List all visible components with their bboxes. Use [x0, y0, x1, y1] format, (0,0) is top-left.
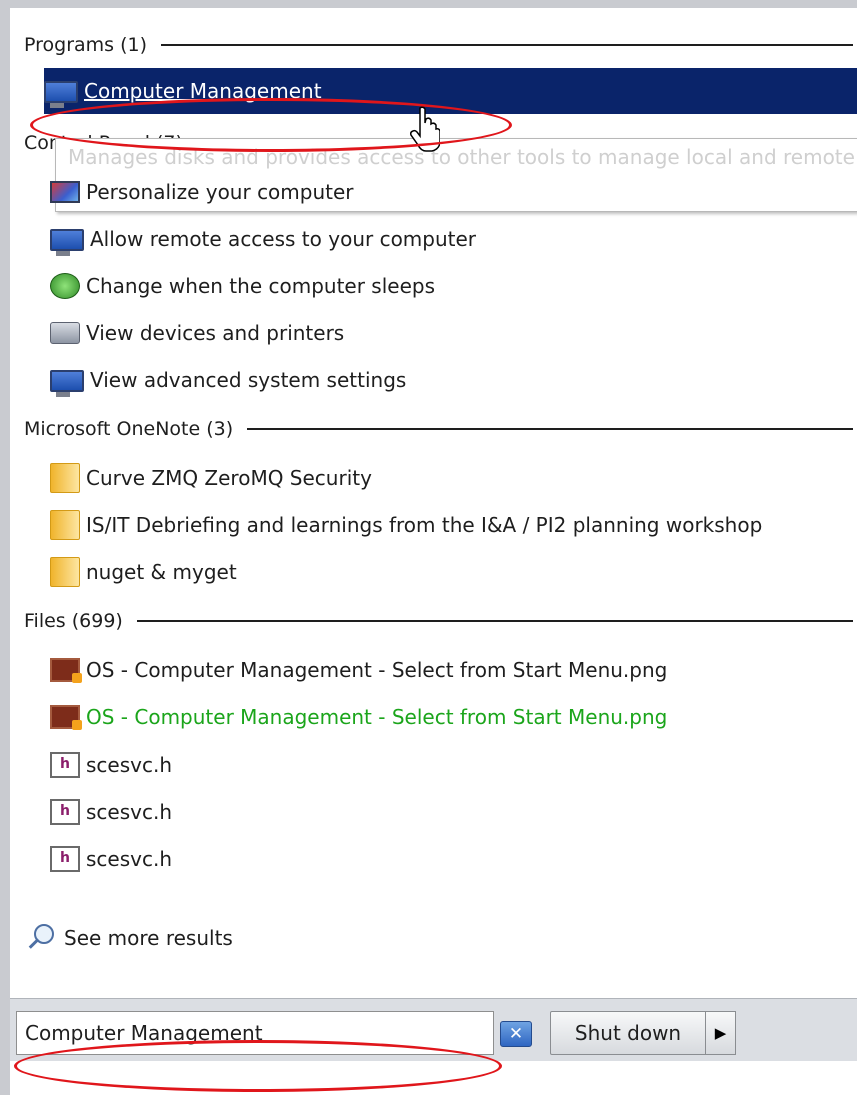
image-file-icon	[50, 658, 82, 683]
result-change-sleep[interactable]: Change when the computer sleeps	[50, 266, 857, 306]
triangle-right-icon[interactable]: ▶	[706, 1011, 736, 1055]
personalize-icon	[50, 181, 80, 203]
search-results-pane: Programs (1) Computer Management Control…	[10, 8, 857, 998]
folder-icon	[50, 463, 80, 493]
result-file-h[interactable]: h scesvc.h	[50, 839, 857, 879]
system-monitor-icon	[50, 370, 84, 397]
result-label: Personalize your computer	[86, 180, 354, 204]
h-file-icon: h	[50, 846, 80, 872]
result-label: scesvc.h	[86, 800, 173, 824]
hand-cursor-icon	[410, 106, 440, 152]
search-icon	[24, 922, 56, 954]
result-label: OS - Computer Management - Select from S…	[86, 705, 668, 729]
folder-icon	[50, 510, 80, 540]
result-computer-management[interactable]: Computer Management	[44, 68, 857, 114]
search-bar-area: Computer Management ✕ Shut down ▶	[10, 998, 857, 1061]
power-sleep-icon	[50, 273, 80, 299]
group-label: Programs (1)	[24, 34, 148, 56]
h-file-icon: h	[50, 799, 80, 825]
group-label: Microsoft OneNote (3)	[24, 418, 234, 440]
image-file-icon	[50, 705, 82, 730]
printer-icon	[50, 322, 80, 344]
see-more-label: See more results	[64, 926, 233, 950]
result-onenote-curve[interactable]: Curve ZMQ ZeroMQ Security	[50, 458, 857, 498]
result-devices-printers[interactable]: View devices and printers	[50, 313, 857, 353]
result-label: nuget & myget	[86, 560, 237, 584]
h-file-icon: h	[50, 752, 80, 778]
result-advanced-system-settings[interactable]: View advanced system settings	[50, 360, 857, 400]
group-header-programs: Programs (1)	[24, 30, 857, 60]
result-label: Computer Management	[84, 79, 322, 103]
result-file-png[interactable]: OS - Computer Management - Select from S…	[50, 650, 857, 690]
group-label: Files (699)	[24, 610, 123, 632]
system-monitor-icon	[50, 229, 84, 256]
result-onenote-debriefing[interactable]: IS/IT Debriefing and learnings from the …	[50, 505, 857, 545]
result-label: Curve ZMQ ZeroMQ Security	[86, 466, 372, 490]
result-label: Change when the computer sleeps	[86, 274, 435, 298]
group-header-files: Files (699)	[24, 606, 857, 636]
group-header-onenote: Microsoft OneNote (3)	[24, 414, 857, 444]
shutdown-button[interactable]: Shut down	[550, 1011, 706, 1055]
close-icon[interactable]: ✕	[500, 1021, 532, 1047]
result-label: Allow remote access to your computer	[90, 227, 477, 251]
result-allow-remote-access[interactable]: Allow remote access to your computer	[50, 219, 857, 259]
result-file-h[interactable]: h scesvc.h	[50, 792, 857, 832]
result-file-png-highlighted[interactable]: OS - Computer Management - Select from S…	[50, 697, 857, 737]
computer-management-icon	[44, 81, 78, 108]
tooltip-text: Manages disks and provides access to oth…	[68, 145, 855, 169]
result-file-h[interactable]: h scesvc.h	[50, 745, 857, 785]
result-personalize[interactable]: Personalize your computer	[50, 172, 857, 212]
result-label: OS - Computer Management - Select from S…	[86, 658, 668, 682]
result-onenote-nuget[interactable]: nuget & myget	[50, 552, 857, 592]
folder-icon	[50, 557, 80, 587]
search-input[interactable]: Computer Management	[16, 1011, 494, 1055]
result-label: View devices and printers	[86, 321, 345, 345]
result-label: IS/IT Debriefing and learnings from the …	[86, 513, 763, 537]
result-label: scesvc.h	[86, 847, 173, 871]
group-divider	[136, 620, 853, 622]
result-label: View advanced system settings	[90, 368, 407, 392]
result-label: scesvc.h	[86, 753, 173, 777]
group-divider	[247, 428, 853, 430]
see-more-results-link[interactable]: See more results	[24, 918, 233, 958]
group-divider	[161, 44, 853, 46]
